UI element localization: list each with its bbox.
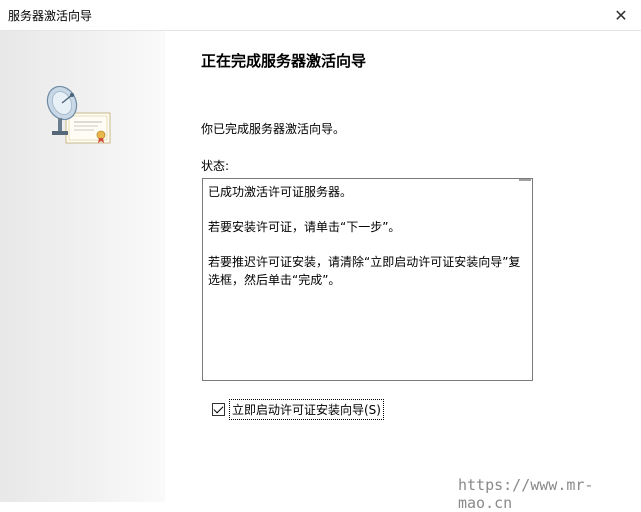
status-line: 若要安装许可证，请单击“下一步”。 <box>208 220 401 234</box>
status-line: 已成功激活许可证服务器。 <box>208 185 353 199</box>
title-bar: 服务器激活向导 ✕ <box>0 0 641 31</box>
page-title: 正在完成服务器激活向导 <box>201 52 367 70</box>
start-license-wizard-checkbox[interactable] <box>212 402 225 416</box>
start-license-wizard-option[interactable]: 立即启动许可证安装向导(S) <box>212 398 384 420</box>
window-title: 服务器激活向导 <box>8 9 93 23</box>
status-textbox[interactable]: 已成功激活许可证服务器。 若要安装许可证，请单击“下一步”。 若要推迟许可证安装… <box>202 178 533 381</box>
wizard-sidebar <box>0 31 165 502</box>
status-label: 状态: <box>201 159 230 173</box>
status-line: 若要推迟许可证安装，请清除“立即启动许可证安装向导”复选框，然后单击“完成”。 <box>208 255 521 287</box>
satellite-dish-certificate-icon <box>46 85 111 144</box>
completed-message: 你已完成服务器激活向导。 <box>201 122 346 136</box>
close-icon: ✕ <box>614 5 628 25</box>
start-license-wizard-label[interactable]: 立即启动许可证安装向导(S) <box>229 398 384 420</box>
scroll-indicator <box>519 179 531 181</box>
close-button[interactable]: ✕ <box>601 0 641 30</box>
watermark: https://www.mr-mao.cn <box>458 476 594 512</box>
